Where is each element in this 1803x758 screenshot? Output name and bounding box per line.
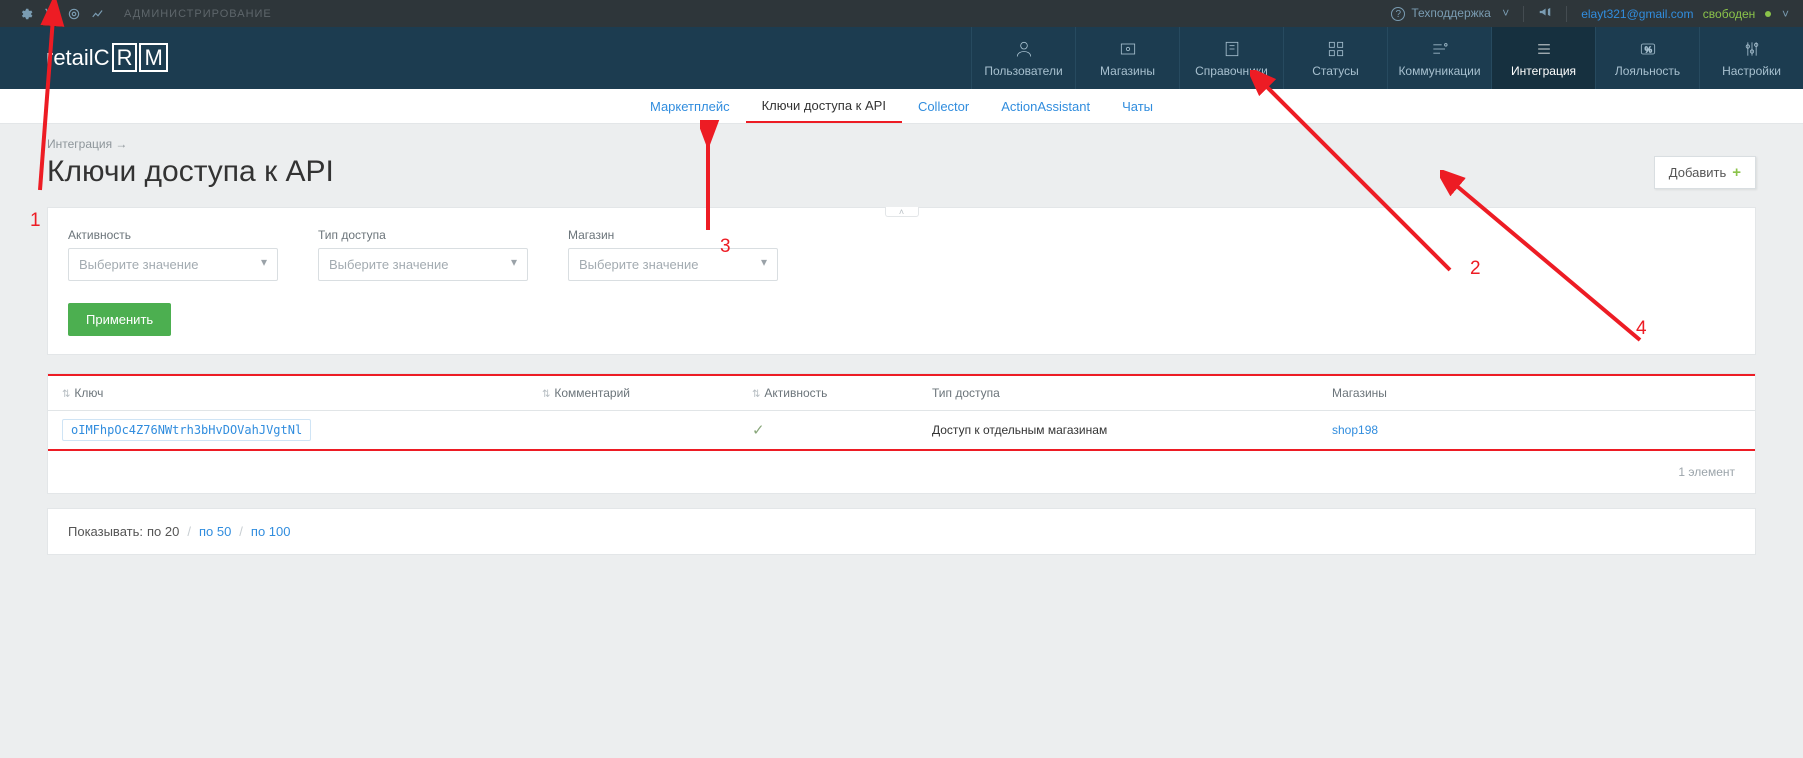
th-key[interactable]: ⇅Ключ <box>48 386 528 400</box>
cell-access: Доступ к отдельным магазинам <box>918 423 1318 437</box>
tab-api-keys[interactable]: Ключи доступа к API <box>746 89 902 123</box>
shop-link[interactable]: shop198 <box>1332 423 1378 437</box>
nav-users[interactable]: Пользователи <box>971 27 1075 89</box>
pager-label: Показывать: <box>68 524 143 539</box>
target-icon[interactable] <box>62 2 86 26</box>
shop-icon <box>1118 38 1138 60</box>
chevron-down-icon: ˅ <box>1782 7 1789 21</box>
pager-50[interactable]: по 50 <box>199 524 231 539</box>
filter-shop-select[interactable]: Выберите значение <box>568 248 778 281</box>
plus-icon: + <box>1732 164 1741 181</box>
cart-icon[interactable] <box>38 2 62 26</box>
user-menu[interactable]: elayt321@gmail.com свободен ˅ <box>1581 7 1789 21</box>
table-footer: 1 элемент <box>48 451 1755 493</box>
table: ⇅Ключ ⇅Комментарий ⇅Активность Тип досту… <box>47 373 1756 494</box>
tab-actionassistant[interactable]: ActionAssistant <box>985 89 1106 123</box>
nav-settings[interactable]: Настройки <box>1699 27 1803 89</box>
filter-access-select[interactable]: Выберите значение <box>318 248 528 281</box>
page: Интеграция → Ключи доступа к API Добавит… <box>0 124 1803 555</box>
book-icon <box>1222 38 1242 60</box>
page-title: Ключи доступа к API <box>47 155 334 189</box>
nav-comm[interactable]: Коммуникации <box>1387 27 1491 89</box>
chart-icon[interactable] <box>86 2 110 26</box>
filter-access-label: Тип доступа <box>318 228 528 242</box>
nav-statuses[interactable]: Статусы <box>1283 27 1387 89</box>
th-shops: Магазины <box>1318 386 1755 400</box>
user-email: elayt321@gmail.com <box>1581 7 1693 21</box>
topbar: АДМИНИСТРИРОВАНИЕ ?Техподдержка ˅ elayt3… <box>0 0 1803 27</box>
add-button[interactable]: Добавить+ <box>1654 156 1756 189</box>
filters-panel: ˄ Активность Выберите значение Тип досту… <box>47 207 1756 355</box>
admin-label: АДМИНИСТРИРОВАНИЕ <box>124 8 272 20</box>
pager-100[interactable]: по 100 <box>251 524 291 539</box>
announce-icon[interactable] <box>1538 5 1552 22</box>
table-head: ⇅Ключ ⇅Комментарий ⇅Активность Тип досту… <box>48 374 1755 411</box>
nav-integration[interactable]: Интеграция <box>1491 27 1595 89</box>
user-icon <box>1014 38 1034 60</box>
logo[interactable]: retailCRM <box>46 45 168 71</box>
filter-shop-label: Магазин <box>568 228 778 242</box>
header-nav: Пользователи Магазины Справочники Статус… <box>971 27 1803 89</box>
breadcrumb[interactable]: Интеграция → <box>47 137 1756 151</box>
check-icon: ✓ <box>752 422 765 439</box>
table-row: oIMFhpOc4Z76NWtrh3bHvDOVahJVgtNl ✓ Досту… <box>48 411 1755 451</box>
integration-icon <box>1534 38 1554 60</box>
apply-button[interactable]: Применить <box>68 303 171 336</box>
api-key-link[interactable]: oIMFhpOc4Z76NWtrh3bHvDOVahJVgtNl <box>62 419 311 441</box>
pager: Показывать: по 20 / по 50 / по 100 <box>47 508 1756 555</box>
nav-loyalty[interactable]: %Лояльность <box>1595 27 1699 89</box>
support-link[interactable]: ?Техподдержка ˅ <box>1391 6 1509 22</box>
filter-activity-select[interactable]: Выберите значение <box>68 248 278 281</box>
subnav: Маркетплейс Ключи доступа к API Collecto… <box>0 89 1803 124</box>
th-active[interactable]: ⇅Активность <box>738 386 918 400</box>
comm-icon <box>1430 38 1450 60</box>
tab-collector[interactable]: Collector <box>902 89 985 123</box>
percent-icon: % <box>1638 38 1658 60</box>
status-dot-icon <box>1765 11 1771 17</box>
collapse-handle[interactable]: ˄ <box>885 207 919 217</box>
filter-activity-label: Активность <box>68 228 278 242</box>
grid-icon <box>1326 38 1346 60</box>
th-access: Тип доступа <box>918 386 1318 400</box>
gear-icon[interactable] <box>14 2 38 26</box>
tab-marketplace[interactable]: Маркетплейс <box>634 89 746 123</box>
header: retailCRM Пользователи Магазины Справочн… <box>0 27 1803 89</box>
tab-chats[interactable]: Чаты <box>1106 89 1169 123</box>
sliders-icon <box>1742 38 1762 60</box>
th-comment[interactable]: ⇅Комментарий <box>528 386 738 400</box>
pager-20: по 20 <box>147 524 179 539</box>
nav-shops[interactable]: Магазины <box>1075 27 1179 89</box>
nav-refs[interactable]: Справочники <box>1179 27 1283 89</box>
user-status: свободен <box>1703 7 1756 21</box>
svg-text:%: % <box>1644 44 1652 54</box>
